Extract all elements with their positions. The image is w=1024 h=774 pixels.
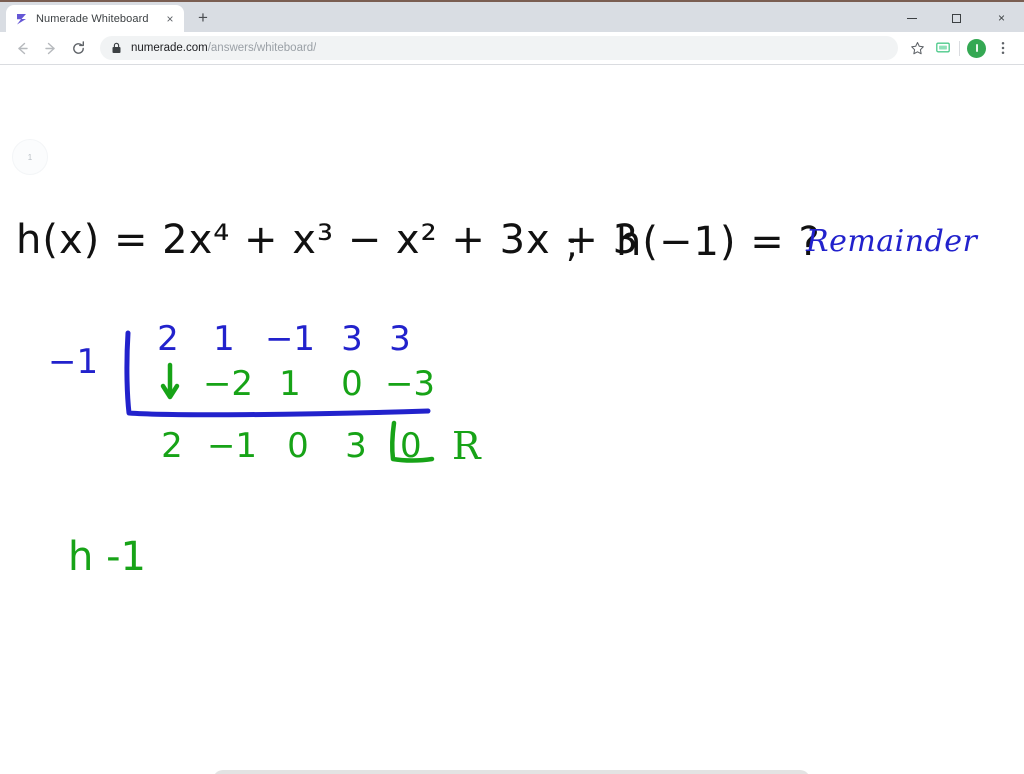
browser-tab[interactable]: Numerade Whiteboard × [6,5,184,32]
whiteboard-ink-canvas[interactable]: h(x) = 2x⁴ + x³ − x² + 3x + 3 ; h(−1) = … [0,65,1024,765]
browser-window: Numerade Whiteboard × + × numerade.com/a… [0,0,1024,774]
reload-icon[interactable] [64,34,92,62]
ink-coefficient-0: 2 [157,319,179,359]
ink-carry-arrow-icon [160,362,180,400]
ink-middle-value-0: −2 [203,364,253,404]
cast-icon[interactable] [930,35,956,61]
whiteboard-page: 1 h(x) = 2x⁴ + x³ − x² + 3x + 3 ; h(−1) … [0,65,1024,774]
toolbar-divider [959,40,960,56]
ink-coefficient-3: 3 [341,319,363,359]
url-text: numerade.com/answers/whiteboard/ [131,42,316,54]
ink-polynomial-expression: h(x) = 2x⁴ + x³ − x² + 3x + 3 [16,217,639,263]
ink-semicolon: ; [566,225,578,266]
ink-result-value-0: 2 [161,426,183,466]
forward-icon[interactable] [36,34,64,62]
ink-dividend-coefficients: 2 1 −1 3 3 [157,319,411,359]
ink-remainder-label: R [452,424,482,468]
browser-menu-icon[interactable] [990,35,1016,61]
ink-remainder-value: 0 [400,426,422,466]
url-host: numerade.com [131,42,208,54]
ink-middle-value-1: 1 [279,364,301,404]
ink-middle-value-3: −3 [385,364,435,404]
tab-title: Numerade Whiteboard [36,12,149,25]
ink-result-value-3: 3 [345,426,367,466]
browser-toolbar: numerade.com/answers/whiteboard/ [0,32,1024,65]
ink-result-row: 2 −1 0 3 [161,426,367,466]
ink-middle-value-2: 0 [341,364,363,404]
maximize-button[interactable] [934,2,979,34]
ink-coefficient-1: 1 [213,319,235,359]
address-bar[interactable]: numerade.com/answers/whiteboard/ [100,36,898,60]
ink-evaluation-question: h(−1) = ? [616,219,821,265]
back-icon[interactable] [8,34,36,62]
ink-h-minus-one: h -1 [68,534,146,580]
numerade-favicon-icon [15,12,29,26]
minimize-button[interactable] [889,2,934,34]
profile-avatar[interactable] [967,38,986,58]
url-path: /answers/whiteboard/ [207,42,317,54]
window-controls: × [889,2,1024,34]
ink-result-value-1: −1 [207,426,257,466]
toolbar-actions [904,35,1016,61]
ink-coefficient-4: 3 [389,319,411,359]
ink-result-value-2: 0 [287,426,309,466]
whiteboard-toolbar: A [213,770,810,774]
new-tab-button[interactable]: + [190,4,216,30]
ink-middle-row: −2 1 0 −3 [203,364,435,404]
close-window-button[interactable]: × [979,2,1024,34]
ink-coefficient-2: −1 [265,319,315,359]
bookmark-star-icon[interactable] [904,35,930,61]
ink-synthetic-divisor: −1 [48,342,98,382]
tab-close-icon[interactable]: × [162,11,178,27]
ink-remainder-annotation: Remainder [805,224,979,259]
lock-icon [110,42,123,55]
tab-strip: Numerade Whiteboard × + × [0,0,1024,32]
